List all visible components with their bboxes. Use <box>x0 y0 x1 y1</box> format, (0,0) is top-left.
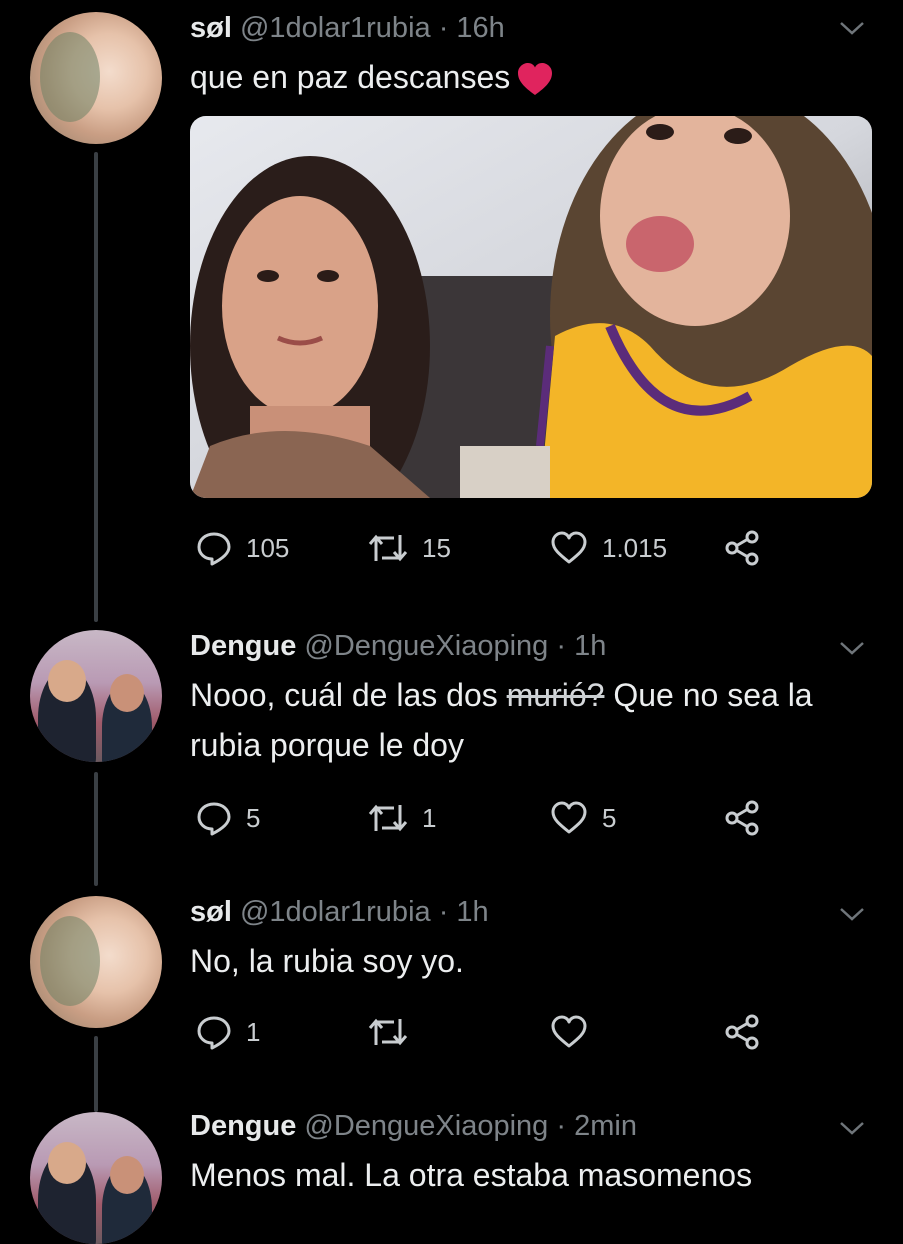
timestamp[interactable]: · 2min <box>556 1110 637 1142</box>
reply-count: 105 <box>246 532 290 563</box>
reply-icon <box>197 802 231 836</box>
share-icon <box>725 1014 759 1050</box>
display-name[interactable]: Dengue <box>190 630 296 662</box>
avatar[interactable] <box>30 12 162 144</box>
timestamp[interactable]: · 1h <box>439 896 489 928</box>
tweet-actions: 5 1 5 <box>190 798 870 838</box>
tweet-actions: 105 15 1.015 <box>190 528 870 568</box>
retweet-icon <box>368 1018 408 1046</box>
retweet-icon <box>368 534 408 562</box>
like-count: 1.015 <box>602 532 668 563</box>
share-icon <box>725 800 759 836</box>
reply-button[interactable]: 105 <box>196 528 289 568</box>
reply-button[interactable]: 1 <box>196 1012 260 1052</box>
handle[interactable]: @1dolar1rubia <box>240 896 431 928</box>
tweet-header: søl @1dolar1rubia · 1h <box>190 896 489 929</box>
handle[interactable]: @DengueXiaoping <box>304 1110 548 1142</box>
timestamp[interactable]: · 16h <box>439 12 505 44</box>
tweet[interactable]: søl @1dolar1rubia · 1h No, la rubia soy … <box>0 890 903 1090</box>
tweet[interactable]: Dengue @DengueXiaoping · 2min Menos mal.… <box>0 1104 903 1244</box>
reply-icon <box>197 532 231 566</box>
tweet-header: Dengue @DengueXiaoping · 2min <box>190 1110 637 1143</box>
photo-image <box>190 116 872 498</box>
tweet-text: No, la rubia soy yo. <box>190 943 464 979</box>
chevron-down-icon[interactable] <box>839 20 865 36</box>
tweet-header: Dengue @DengueXiaoping · 1h <box>190 630 606 663</box>
reply-count: 5 <box>246 802 261 833</box>
avatar[interactable] <box>30 1112 162 1244</box>
share-icon <box>725 530 759 566</box>
tweet-text: que en paz descanses <box>190 52 870 102</box>
avatar[interactable] <box>30 896 162 1028</box>
like-button[interactable]: 1.015 <box>550 528 667 568</box>
retweet-button[interactable]: 15 <box>368 528 451 568</box>
tweet-actions: 1 <box>190 1012 870 1052</box>
retweet-count: 15 <box>422 532 451 563</box>
display-name[interactable]: søl <box>190 896 232 928</box>
retweet-button[interactable]: 1 <box>368 798 436 838</box>
reply-count: 1 <box>246 1016 261 1047</box>
like-icon <box>551 1015 587 1048</box>
like-icon <box>551 801 587 834</box>
tweet[interactable]: søl @1dolar1rubia · 16h que en paz desca… <box>0 0 903 600</box>
display-name[interactable]: Dengue <box>190 1110 296 1142</box>
chevron-down-icon[interactable] <box>839 640 865 656</box>
tweet-text: Nooo, cuál de las dos murió? Que no sea … <box>190 677 813 763</box>
reply-icon <box>197 1016 231 1050</box>
handle[interactable]: @DengueXiaoping <box>304 630 548 662</box>
tweet-header: søl @1dolar1rubia · 16h <box>190 12 505 45</box>
tweet-photo[interactable] <box>190 116 872 498</box>
share-button[interactable] <box>724 1012 760 1052</box>
like-button[interactable] <box>550 1012 588 1052</box>
heart-emoji <box>518 62 553 95</box>
like-icon <box>551 531 587 564</box>
like-count: 5 <box>602 802 617 833</box>
timestamp[interactable]: · 1h <box>556 630 606 662</box>
tweet-text: Menos mal. La otra estaba masomenos <box>190 1157 753 1193</box>
chevron-down-icon[interactable] <box>839 1120 865 1136</box>
retweet-icon <box>368 804 408 832</box>
retweet-count: 1 <box>422 802 437 833</box>
handle[interactable]: @1dolar1rubia <box>240 12 431 44</box>
reply-button[interactable]: 5 <box>196 798 260 838</box>
share-button[interactable] <box>724 528 760 568</box>
display-name[interactable]: søl <box>190 12 232 44</box>
like-button[interactable]: 5 <box>550 798 616 838</box>
avatar[interactable] <box>30 630 162 762</box>
tweet[interactable]: Dengue @DengueXiaoping · 1h Nooo, cuál d… <box>0 620 903 880</box>
share-button[interactable] <box>724 798 760 838</box>
retweet-button[interactable] <box>368 1012 408 1052</box>
chevron-down-icon[interactable] <box>839 906 865 922</box>
struck-text: murió? <box>506 677 605 713</box>
